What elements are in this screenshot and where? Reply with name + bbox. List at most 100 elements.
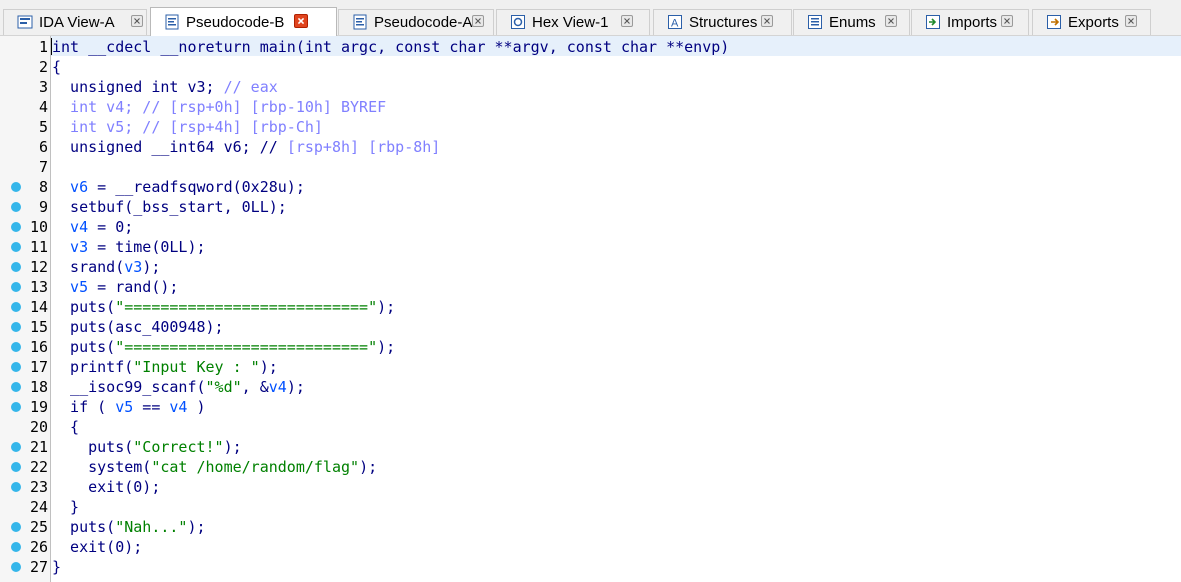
ida-view-icon — [17, 14, 33, 30]
tab-label: Pseudocode-B — [186, 14, 285, 31]
breakpoint-marker-icon[interactable] — [11, 322, 21, 332]
close-tab-icon[interactable] — [294, 14, 308, 28]
code-token-kw: exit(0); — [52, 478, 161, 496]
code-token-kw: puts( — [52, 518, 116, 536]
code-token-kw: unsigned __int64 v6; // — [52, 138, 287, 156]
code-token-kw: ); — [223, 438, 242, 456]
line-number: 27 — [29, 558, 48, 576]
svg-text:A: A — [671, 18, 679, 30]
hex-view-icon — [510, 14, 526, 30]
code-line[interactable]: printf("Input Key : "); — [52, 357, 278, 377]
tab-label: Exports — [1068, 14, 1119, 31]
code-line[interactable]: v3 = time(0LL); — [52, 237, 205, 257]
breakpoint-marker-icon[interactable] — [11, 342, 21, 352]
breakpoint-marker-icon[interactable] — [11, 542, 21, 552]
code-line[interactable]: puts("==========================="); — [52, 297, 395, 317]
code-token-cmt: [rsp+8h] [rbp-8h] — [286, 138, 441, 156]
code-token-kw: puts( — [52, 438, 134, 456]
code-token-str: "%d" — [205, 378, 242, 396]
code-line[interactable]: } — [52, 497, 79, 517]
code-token-kw: if ( — [52, 398, 116, 416]
code-line[interactable]: puts(asc_400948); — [52, 317, 224, 337]
code-line[interactable]: unsigned __int64 v6; // [rsp+8h] [rbp-8h… — [52, 137, 440, 157]
code-line[interactable]: v5 = rand(); — [52, 277, 178, 297]
code-line[interactable]: __isoc99_scanf("%d", &v4); — [52, 377, 305, 397]
tab-label: Enums — [829, 14, 876, 31]
code-line[interactable]: } — [52, 557, 61, 577]
breakpoint-marker-icon[interactable] — [11, 482, 21, 492]
breakpoint-marker-icon[interactable] — [11, 202, 21, 212]
close-tab-icon[interactable] — [885, 15, 897, 27]
code-line[interactable]: setbuf(_bss_start, 0LL); — [52, 197, 287, 217]
line-number: 4 — [38, 98, 48, 116]
tab-enums[interactable]: Enums — [793, 9, 910, 35]
code-token-kw: exit(0); — [52, 538, 143, 556]
breakpoint-marker-icon[interactable] — [11, 262, 21, 272]
code-token-kw: == — [133, 398, 170, 416]
line-number: 24 — [29, 498, 48, 516]
enums-icon — [807, 14, 823, 30]
line-number: 25 — [29, 518, 48, 536]
breakpoint-marker-icon[interactable] — [11, 382, 21, 392]
code-token-var: v3 — [124, 258, 143, 276]
close-tab-icon[interactable] — [621, 15, 633, 27]
close-tab-icon[interactable] — [1001, 15, 1013, 27]
code-line[interactable]: exit(0); — [52, 537, 142, 557]
code-token-kw: = rand(); — [88, 278, 179, 296]
breakpoint-marker-icon[interactable] — [11, 562, 21, 572]
code-token-kw: puts(asc_400948); — [52, 318, 224, 336]
code-line[interactable]: int v4; // [rsp+0h] [rbp-10h] BYREF — [52, 97, 386, 117]
tab-pseudocode-a[interactable]: Pseudocode-A — [338, 9, 494, 35]
breakpoint-marker-icon[interactable] — [11, 222, 21, 232]
tab-imports[interactable]: Imports — [911, 9, 1029, 35]
code-token-var: v4 — [268, 378, 287, 396]
close-tab-icon[interactable] — [131, 15, 143, 27]
code-line[interactable]: if ( v5 == v4 ) — [52, 397, 205, 417]
line-number: 17 — [29, 358, 48, 376]
code-line[interactable]: int __cdecl __noreturn main(int argc, co… — [52, 37, 729, 57]
breakpoint-marker-icon[interactable] — [11, 442, 21, 452]
code-token-kw: ); — [377, 338, 396, 356]
code-line[interactable]: { — [52, 57, 61, 77]
line-number: 13 — [29, 278, 48, 296]
code-token-var: v5 — [115, 398, 134, 416]
close-tab-icon[interactable] — [761, 15, 773, 27]
code-line[interactable]: puts("Nah..."); — [52, 517, 205, 537]
code-line[interactable]: v4 = 0; — [52, 217, 133, 237]
code-line[interactable]: unsigned int v3; // eax — [52, 77, 278, 97]
tab-bar: IDA View-A Pseudocode-B Pseudocode-A Hex Vi… — [0, 0, 1181, 36]
code-token-kw: unsigned int v3; — [52, 78, 224, 96]
code-line[interactable]: puts("Correct!"); — [52, 437, 242, 457]
code-token-kw: , & — [241, 378, 269, 396]
code-line[interactable]: exit(0); — [52, 477, 160, 497]
code-line[interactable]: system("cat /home/random/flag"); — [52, 457, 377, 477]
code-line[interactable]: srand(v3); — [52, 257, 160, 277]
imports-icon — [925, 14, 941, 30]
close-tab-icon[interactable] — [472, 15, 484, 27]
line-number: 12 — [29, 258, 48, 276]
pseudocode-editor[interactable]: 1 int __cdecl __noreturn main(int argc, c… — [0, 36, 1181, 582]
code-line[interactable]: puts("==========================="); — [52, 337, 395, 357]
code-line[interactable]: v6 = __readfsqword(0x28u); — [52, 177, 305, 197]
close-tab-icon[interactable] — [1125, 15, 1137, 27]
code-token-var: v6 — [52, 178, 89, 196]
pseudocode-icon — [352, 14, 368, 30]
tab-ida-view-a[interactable]: IDA View-A — [3, 9, 147, 35]
tab-hex-view-1[interactable]: Hex View-1 — [496, 9, 650, 35]
tab-structures[interactable]: A Structures — [653, 9, 792, 35]
code-token-kw: { — [52, 58, 62, 76]
breakpoint-marker-icon[interactable] — [11, 282, 21, 292]
breakpoint-marker-icon[interactable] — [11, 462, 21, 472]
breakpoint-marker-icon[interactable] — [11, 302, 21, 312]
code-line[interactable]: { — [52, 417, 79, 437]
code-token-kw: = __readfsqword(0x28u); — [88, 178, 305, 196]
breakpoint-marker-icon[interactable] — [11, 362, 21, 372]
tab-pseudocode-b[interactable]: Pseudocode-B — [150, 7, 337, 36]
breakpoint-marker-icon[interactable] — [11, 522, 21, 532]
breakpoint-marker-icon[interactable] — [11, 402, 21, 412]
breakpoint-marker-icon[interactable] — [11, 242, 21, 252]
code-line[interactable]: int v5; // [rsp+4h] [rbp-Ch] — [52, 117, 323, 137]
breakpoint-marker-icon[interactable] — [11, 182, 21, 192]
tab-exports[interactable]: Exports — [1032, 9, 1151, 35]
line-number: 19 — [29, 398, 48, 416]
